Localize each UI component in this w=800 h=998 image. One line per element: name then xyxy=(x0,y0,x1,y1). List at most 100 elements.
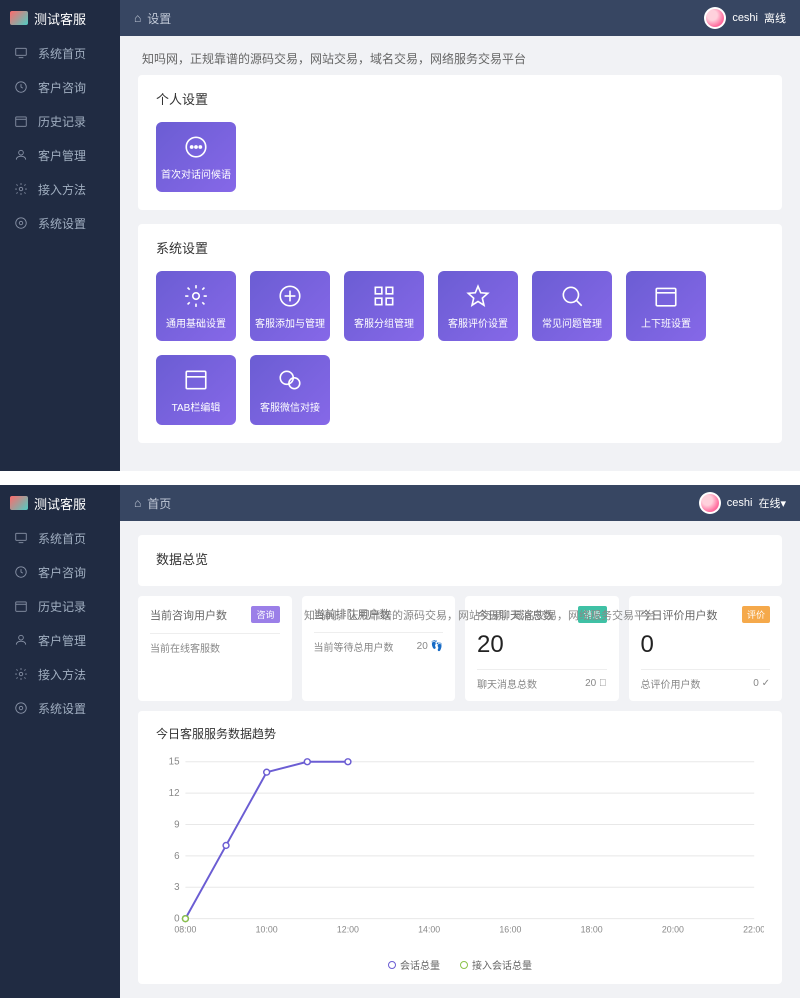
tile-wechat[interactable]: 客服微信对接 xyxy=(250,355,330,425)
sidebar-item-0[interactable]: 系统首页 xyxy=(0,36,120,70)
personal-settings-card: 个人设置 首次对话问候语 xyxy=(138,75,782,210)
sidebar: 测试客服 系统首页客户咨询历史记录客户管理接入方法系统设置 xyxy=(0,0,120,471)
cog-icon xyxy=(14,216,28,230)
sidebar-item-4[interactable]: 接入方法 xyxy=(0,657,120,691)
calendar-icon xyxy=(14,114,28,128)
cog-icon xyxy=(14,701,28,715)
tile-label: 客服分组管理 xyxy=(352,315,416,330)
sidebar-item-label: 接入方法 xyxy=(38,666,86,683)
sidebar-item-label: 客户管理 xyxy=(38,632,86,649)
system-settings-card: 系统设置 通用基础设置客服添加与管理客服分组管理客服评价设置常见问题管理上下班设… xyxy=(138,224,782,443)
stat-card: 今日评价用户数 评价 0 总评价用户数 0 ✓ xyxy=(629,596,783,701)
main-area: ⌂ 设置 ceshi 离线 知吗网，正规靠谱的源码交易，网站交易，域名交易，网络… xyxy=(120,0,800,471)
sidebar-item-5[interactable]: 系统设置 xyxy=(0,206,120,240)
stat-foot-value: 20 ⃝ xyxy=(585,678,606,689)
grid-icon xyxy=(371,283,397,309)
legend-item[interactable]: 会话总量 xyxy=(388,957,440,972)
tagline-text: 知吗网，正规靠谱的源码交易，网站交易，域名交易，网络服务交易平台 xyxy=(138,50,782,67)
sidebar-item-1[interactable]: 客户咨询 xyxy=(0,555,120,589)
sidebar-item-3[interactable]: 客户管理 xyxy=(0,138,120,172)
tile-label: 客服添加与管理 xyxy=(253,315,327,330)
sidebar-item-label: 接入方法 xyxy=(38,181,86,198)
stat-foot-label: 聊天消息总数 xyxy=(477,676,537,691)
tile-label: TAB栏编辑 xyxy=(170,399,223,414)
breadcrumb: ⌂ 设置 xyxy=(134,10,171,27)
tile-star[interactable]: 客服评价设置 xyxy=(438,271,518,341)
user-icon xyxy=(14,148,28,162)
stat-card: 当前咨询用户数咨询 当前在线客服数 xyxy=(138,596,292,701)
svg-text:18:00: 18:00 xyxy=(581,924,603,934)
tile-plus[interactable]: 客服添加与管理 xyxy=(250,271,330,341)
svg-text:9: 9 xyxy=(174,819,179,830)
sidebar-item-2[interactable]: 历史记录 xyxy=(0,589,120,623)
search-icon xyxy=(559,283,585,309)
sidebar-item-3[interactable]: 客户管理 xyxy=(0,623,120,657)
status-badge: 评价 xyxy=(742,606,770,623)
tile-gear[interactable]: 通用基础设置 xyxy=(156,271,236,341)
tile-grid[interactable]: 客服分组管理 xyxy=(344,271,424,341)
tile-search[interactable]: 常见问题管理 xyxy=(532,271,612,341)
stat-value: 0 xyxy=(641,631,771,659)
stat-card: 今日聊天消息数消息 20 聊天消息总数20 ⃝ xyxy=(465,596,619,701)
clock-icon xyxy=(14,80,28,94)
sidebar-item-0[interactable]: 系统首页 xyxy=(0,521,120,555)
chat-icon xyxy=(183,134,209,160)
tile-label: 常见问题管理 xyxy=(540,315,604,330)
sidebar-item-label: 历史记录 xyxy=(38,598,86,615)
calendar2-icon xyxy=(653,283,679,309)
user-menu[interactable]: ceshi 在线▾ xyxy=(699,492,786,514)
tile-chat[interactable]: 首次对话问候语 xyxy=(156,122,236,192)
star-icon xyxy=(465,283,491,309)
overview-title: 数据总览 xyxy=(156,549,764,568)
sidebar-item-5[interactable]: 系统设置 xyxy=(0,691,120,725)
svg-text:16:00: 16:00 xyxy=(499,924,521,934)
sidebar-item-1[interactable]: 客户咨询 xyxy=(0,70,120,104)
chart-card: 今日客服服务数据趋势 03691215 08:0010:0012:0014:00… xyxy=(138,711,782,984)
svg-text:6: 6 xyxy=(174,851,180,862)
stats-row: 当前咨询用户数咨询 当前在线客服数当前排队用户数 当前等待总用户数20 👣今日聊… xyxy=(138,596,782,701)
sidebar-item-label: 系统设置 xyxy=(38,700,86,717)
tile-label: 首次对话问候语 xyxy=(159,166,233,181)
user-menu[interactable]: ceshi 离线 xyxy=(704,7,786,29)
svg-text:22:00: 22:00 xyxy=(743,924,764,934)
sidebar-item-label: 历史记录 xyxy=(38,113,86,130)
user-name: ceshi xyxy=(732,12,758,24)
stat-foot-value: 20 👣 xyxy=(417,641,443,652)
page-title: 设置 xyxy=(147,10,171,27)
brand-title: 测试客服 xyxy=(34,9,86,28)
tile-label: 通用基础设置 xyxy=(164,315,228,330)
tile-label: 客服评价设置 xyxy=(446,315,510,330)
plus-icon xyxy=(277,283,303,309)
brand-logo-icon xyxy=(10,11,28,25)
tile-calendar2[interactable]: 上下班设置 xyxy=(626,271,706,341)
sidebar-item-2[interactable]: 历史记录 xyxy=(0,104,120,138)
svg-text:15: 15 xyxy=(169,757,180,768)
svg-text:08:00: 08:00 xyxy=(174,924,196,934)
stat-label: 今日评价用户数 xyxy=(641,607,718,623)
svg-text:3: 3 xyxy=(174,882,180,893)
clock-icon xyxy=(14,565,28,579)
breadcrumb: ⌂ 首页 xyxy=(134,495,171,512)
user-status: 离线 xyxy=(764,10,786,26)
brand: 测试客服 xyxy=(0,0,120,36)
sidebar-item-4[interactable]: 接入方法 xyxy=(0,172,120,206)
chart-legend: 会话总量 接入会话总量 xyxy=(156,957,764,972)
home-icon[interactable]: ⌂ xyxy=(134,11,141,25)
stat-foot-value: 0 ✓ xyxy=(753,678,770,689)
svg-text:12: 12 xyxy=(169,788,180,799)
stat-label: 当前排队用户数 xyxy=(314,606,391,622)
legend-item[interactable]: 接入会话总量 xyxy=(460,957,532,972)
sidebar-item-label: 系统设置 xyxy=(38,215,86,232)
avatar xyxy=(704,7,726,29)
stat-foot-label: 当前在线客服数 xyxy=(150,640,220,655)
sidebar-item-label: 客户管理 xyxy=(38,147,86,164)
tile-window[interactable]: TAB栏编辑 xyxy=(156,355,236,425)
home-icon[interactable]: ⌂ xyxy=(134,496,141,510)
brand-logo-icon xyxy=(10,496,28,510)
topbar: ⌂ 设置 ceshi 离线 xyxy=(120,0,800,36)
sidebar-item-label: 客户咨询 xyxy=(38,79,86,96)
sidebar-item-label: 系统首页 xyxy=(38,45,86,62)
svg-text:20:00: 20:00 xyxy=(662,924,684,934)
wechat-icon xyxy=(277,367,303,393)
stat-foot-label: 总评价用户数 xyxy=(641,676,701,691)
